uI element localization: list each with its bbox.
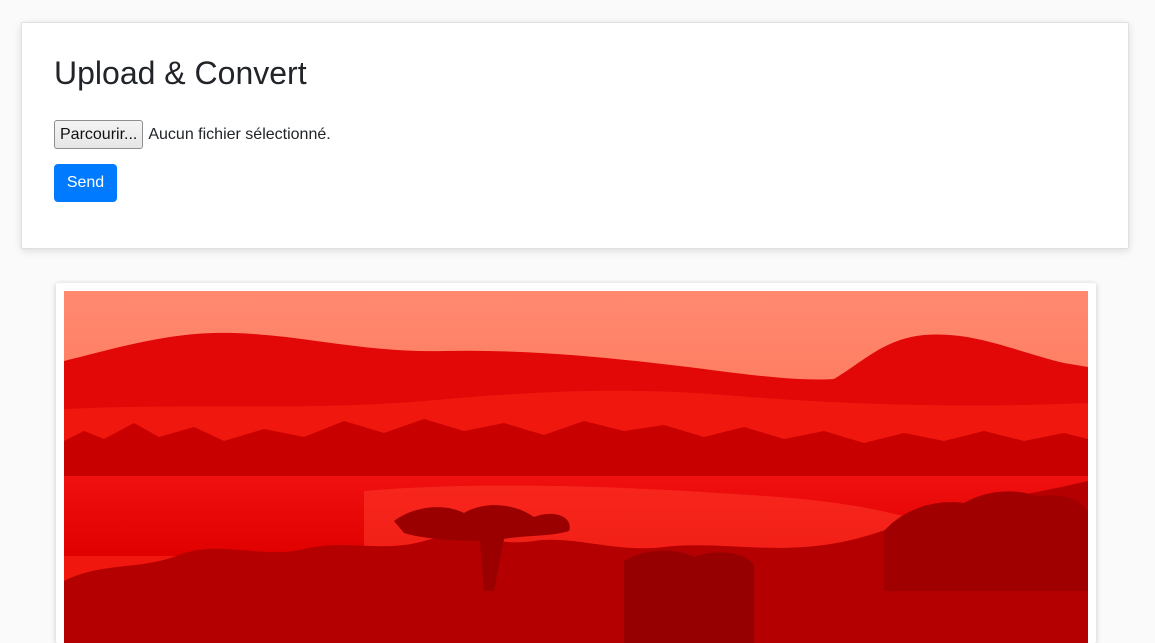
send-button[interactable]: Send	[54, 164, 117, 202]
converted-image-frame	[56, 283, 1096, 643]
upload-card: Upload & Convert Parcourir... Aucun fich…	[21, 22, 1129, 249]
browse-button[interactable]: Parcourir...	[54, 120, 144, 149]
converted-image	[64, 291, 1088, 643]
file-input[interactable]: Parcourir... Aucun fichier sélectionné.	[54, 120, 331, 149]
file-status-text: Aucun fichier sélectionné.	[148, 125, 331, 143]
page-title: Upload & Convert	[54, 55, 307, 91]
